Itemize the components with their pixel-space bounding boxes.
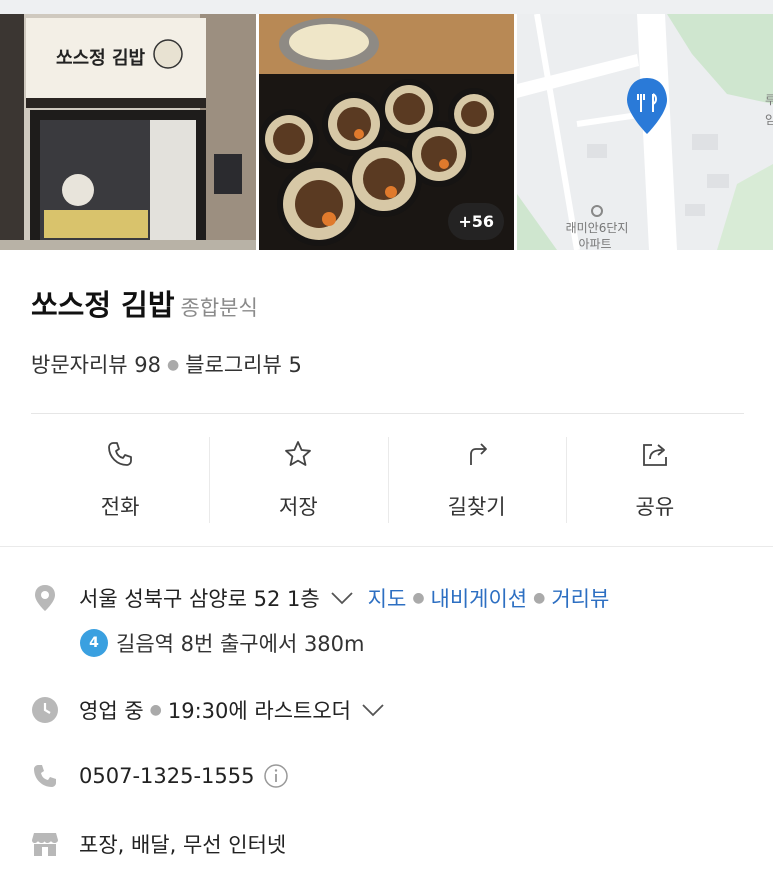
subway-distance-text: 길음역 8번 출구에서 380m (116, 632, 365, 656)
map-thumbnail[interactable]: 래미안6단지 아파트 루 임 (517, 14, 773, 250)
info-icon[interactable] (263, 763, 289, 789)
kimbap-photo[interactable]: +56 (259, 14, 514, 250)
directions-icon (469, 443, 487, 465)
separator-dot: ● (412, 590, 425, 606)
save-button[interactable]: 저장 (209, 437, 387, 523)
business-status: 영업 중 (79, 699, 144, 723)
svg-text:임: 임 (765, 113, 773, 127)
store-icon (31, 830, 59, 858)
place-name: 쏘스정 김밥 (31, 288, 175, 322)
phone-row[interactable]: 0507-1325-1555 (31, 762, 289, 790)
svg-text:쏘스정 김밥: 쏘스정 김밥 (56, 48, 146, 69)
amenities-text: 포장, 배달, 무선 인터넷 (79, 833, 287, 857)
place-title-row: 쏘스정 김밥 종합분식 (31, 282, 258, 324)
chevron-down-icon[interactable] (330, 591, 354, 605)
address-text: 서울 성북구 삼양로 52 1층 (79, 587, 320, 611)
top-strip (0, 0, 773, 14)
directions-label: 길찾기 (447, 495, 506, 519)
share-label: 공유 (635, 495, 675, 519)
last-order-text: 19:30에 라스트오더 (167, 699, 351, 723)
action-bar: 전화 저장 길찾기 공유 (31, 437, 744, 523)
clock-icon (31, 696, 59, 724)
divider (31, 413, 744, 414)
storefront-photo[interactable]: 쏘스정 김밥 (0, 14, 256, 250)
call-label: 전화 (100, 495, 140, 519)
location-pin-icon (31, 584, 59, 612)
visitor-review-link[interactable]: 방문자리뷰 98 (31, 353, 161, 377)
save-label: 저장 (279, 495, 318, 519)
share-button[interactable]: 공유 (565, 437, 744, 523)
subway-info: 4 길음역 8번 출구에서 380m (80, 628, 365, 658)
directions-button[interactable]: 길찾기 (387, 437, 566, 523)
address-row: 서울 성북구 삼양로 52 1층 지도 ● 내비게이션 ● 거리뷰 (31, 583, 609, 613)
navigation-link[interactable]: 내비게이션 (431, 583, 528, 613)
review-summary: 방문자리뷰 98 ● 블로그리뷰 5 (31, 349, 302, 379)
chevron-down-icon[interactable] (361, 703, 385, 717)
phone-number[interactable]: 0507-1325-1555 (79, 764, 255, 788)
separator-dot: ● (533, 590, 546, 606)
blog-review-link[interactable]: 블로그리뷰 5 (185, 353, 302, 377)
star-icon (285, 441, 312, 466)
share-icon (642, 444, 667, 466)
street-view-link[interactable]: 거리뷰 (551, 583, 609, 613)
amenities-row: 포장, 배달, 무선 인터넷 (31, 829, 286, 859)
more-photos-badge[interactable]: +56 (448, 203, 504, 240)
call-button[interactable]: 전화 (31, 437, 209, 523)
map-link[interactable]: 지도 (368, 583, 407, 613)
phone-icon (31, 762, 59, 790)
svg-text:래미안6단지: 래미안6단지 (566, 221, 629, 235)
svg-text:루: 루 (765, 93, 773, 107)
subway-line-badge: 4 (80, 629, 108, 657)
place-category: 종합분식 (180, 296, 258, 320)
separator-dot: ● (167, 357, 180, 373)
separator-dot: ● (149, 702, 162, 718)
photo-strip: 쏘스정 김밥 +56 래미안6단지 아파트 루 임 (0, 14, 773, 250)
section-divider (0, 546, 773, 547)
phone-icon (108, 442, 133, 466)
hours-row[interactable]: 영업 중 ● 19:30에 라스트오더 (31, 695, 399, 725)
svg-text:아파트: 아파트 (578, 237, 611, 250)
